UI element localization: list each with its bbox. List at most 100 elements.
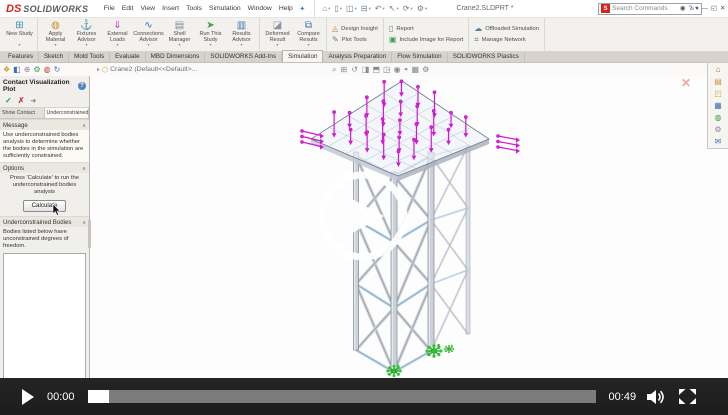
ribbon: ⊞New Study▾◍Apply Material▾⚓Fixtures Adv…: [0, 18, 728, 52]
deformed-result-button[interactable]: ◪Deformed Result▾: [262, 19, 293, 50]
menubar-item[interactable]: Tools: [183, 0, 206, 18]
options-section-header[interactable]: Options ∧: [0, 162, 89, 173]
report-button[interactable]: ▯Report: [389, 25, 463, 33]
run-this-study-icon: ➤: [206, 20, 214, 31]
save-icon[interactable]: ◫▾: [344, 0, 359, 18]
connections-advisor-icon: ∿: [144, 20, 152, 31]
fullscreen-button[interactable]: [679, 389, 696, 404]
menubar-item[interactable]: Edit: [118, 0, 137, 18]
commandmanager-tab[interactable]: Mold Tools: [69, 52, 110, 62]
featuremanager-tree-tab-icon[interactable]: ❖: [3, 65, 10, 74]
commandmanager-tab[interactable]: Simulation: [282, 50, 323, 62]
configurationmanager-tab-icon[interactable]: ⊕: [24, 65, 31, 74]
breadcrumb-expand-icon[interactable]: ▸: [97, 66, 100, 73]
display-style-icon[interactable]: ◫▾: [383, 63, 390, 76]
menubar-item[interactable]: View: [137, 0, 159, 18]
results-advisor-button[interactable]: ▥Results Advisor▾: [226, 19, 257, 50]
commandmanager-tab[interactable]: Features: [3, 52, 39, 62]
view-settings-icon[interactable]: ⚙▾: [422, 63, 428, 76]
solidworks-resources-icon[interactable]: ⌂: [716, 64, 721, 75]
view-palette-icon[interactable]: ▦: [714, 100, 722, 111]
next-arrow-icon[interactable]: ➔: [30, 97, 36, 105]
minimize-icon[interactable]: —: [700, 0, 710, 18]
manage-network-button[interactable]: ⌗Manage Network: [474, 36, 539, 44]
solidworks-wordmark: SOLIDWORKS: [23, 4, 88, 14]
fixtures-advisor-button[interactable]: ⚓Fixtures Advisor▾: [71, 19, 102, 50]
restore-icon[interactable]: ◱: [709, 0, 718, 18]
zoom-to-area-icon[interactable]: ⊞▾: [340, 63, 347, 76]
displaymanager-tab-icon[interactable]: ◍: [44, 65, 51, 74]
panel-splitter[interactable]: [88, 220, 91, 248]
play-button[interactable]: [22, 389, 34, 405]
dropdown-arrow-icon: ▾: [340, 0, 342, 18]
propertymanager-tab-icon[interactable]: ◧: [13, 65, 21, 74]
property-manager-actions: ✓ ✗ ➔: [0, 95, 89, 108]
collapse-chevron-icon[interactable]: ∧: [82, 220, 86, 226]
plot-tools-button[interactable]: ✎Plot Tools: [332, 36, 378, 44]
close-icon[interactable]: ✕: [719, 0, 727, 18]
apply-material-button[interactable]: ◍Apply Material▾: [40, 19, 71, 50]
solidworks-forum-icon[interactable]: ✉: [715, 136, 722, 147]
commandmanager-tab[interactable]: Analysis Preparation: [323, 52, 392, 62]
include-image-for-report-button[interactable]: ▣Include Image for Report: [389, 36, 463, 44]
collapse-chevron-icon[interactable]: ∧: [82, 166, 86, 172]
ribbon-button-label: Include Image for Report: [399, 37, 463, 43]
video-frame: DS SOLIDWORKS FileEditViewInsertToolsSim…: [0, 0, 728, 415]
underconstrained-section-header[interactable]: Underconstrained Bodies ∧: [0, 216, 89, 227]
menubar-item[interactable]: Window: [244, 0, 275, 18]
collapse-chevron-icon[interactable]: ∧: [82, 123, 86, 129]
ribbon-group: ◍Apply Material▾⚓Fixtures Advisor▾⇓Exter…: [38, 18, 260, 51]
file-explorer-icon[interactable]: ◰: [714, 88, 722, 99]
commandmanager-tab[interactable]: Evaluate: [110, 52, 146, 62]
model-canvas[interactable]: [91, 76, 728, 378]
menubar-item[interactable]: Simulation: [205, 0, 244, 18]
motion-study-tab-icon[interactable]: ↻: [54, 65, 61, 74]
help-icon[interactable]: ?: [687, 0, 694, 18]
message-section-header[interactable]: Message ∧: [0, 119, 89, 130]
new-file-icon[interactable]: ▯▾: [332, 0, 344, 18]
commandmanager-tab[interactable]: Sketch: [39, 52, 69, 62]
apply-scene-icon[interactable]: ▦▾: [411, 63, 418, 76]
pin-menubar-icon[interactable]: ✦: [296, 5, 308, 13]
menubar-item[interactable]: Help: [275, 0, 296, 18]
custom-properties-icon[interactable]: ⚙: [714, 124, 721, 135]
panel-help-icon[interactable]: ?: [78, 82, 86, 90]
confirmation-corner-cancel-icon[interactable]: ✕: [681, 76, 691, 90]
commandmanager-tab[interactable]: SOLIDWORKS Plastics: [448, 52, 525, 62]
home-icon[interactable]: ⌂▾: [320, 0, 332, 18]
cancel-button[interactable]: ✗: [18, 96, 25, 105]
design-library-icon[interactable]: ▤: [714, 76, 722, 87]
contact-plot-tab[interactable]: Show Contact: [0, 108, 45, 118]
commandmanager-tab[interactable]: Flow Simulation: [392, 52, 447, 62]
contact-plot-tab[interactable]: Underconstrained Bodies: [45, 108, 90, 118]
breadcrumb[interactable]: ▸ ⬡ Crane2 (Default<<Default>...: [97, 63, 197, 76]
dimxpertmanager-tab-icon[interactable]: ⚙: [33, 65, 40, 74]
external-loads-advisor-button[interactable]: ⇓External Loads Advisor▾: [102, 19, 133, 50]
appearances-scenes-icon[interactable]: ◍: [715, 112, 722, 123]
previous-view-icon[interactable]: ↺▾: [351, 63, 358, 76]
connections-advisor-button[interactable]: ∿Connections Advisor▾: [133, 19, 164, 50]
ribbon-group: ▯Report ▣Include Image for Report: [384, 18, 469, 51]
offloaded-simulation-button[interactable]: ☁Offloaded Simulation: [474, 25, 539, 33]
new-study-button[interactable]: ⊞New Study▾: [4, 19, 35, 50]
volume-button[interactable]: [647, 390, 667, 404]
ok-button[interactable]: ✓: [5, 96, 12, 105]
graphics-viewport[interactable]: ✓ ✕: [91, 76, 728, 378]
dropdown-arrow-icon: ▾: [416, 67, 418, 72]
print-icon[interactable]: ⊟▾: [359, 0, 373, 18]
shell-manager-button[interactable]: ▤Shell Manager▾: [164, 19, 195, 50]
hide-show-items-icon[interactable]: ◉▾: [394, 63, 400, 76]
zoom-fit-icon[interactable]: ⌕▾: [332, 63, 336, 76]
commandmanager-tab[interactable]: MBD Dimensions: [146, 52, 206, 62]
compare-results-button[interactable]: ⧉Compare Results▾: [293, 19, 324, 50]
view-orientation-icon[interactable]: ⬒▾: [372, 63, 379, 76]
menubar-item[interactable]: File: [100, 0, 118, 18]
section-view-icon[interactable]: ◨▾: [362, 63, 369, 76]
video-progress-bar[interactable]: [88, 390, 596, 403]
edit-appearance-icon[interactable]: ◓▾: [404, 63, 408, 76]
menubar-item[interactable]: Insert: [159, 0, 183, 18]
user-account-icon[interactable]: ◉: [678, 0, 687, 18]
run-this-study-button[interactable]: ➤Run This Study▾: [195, 19, 226, 50]
commandmanager-tab[interactable]: SOLIDWORKS Add-Ins: [205, 52, 282, 62]
design-insight-button[interactable]: ◬Design Insight: [332, 25, 378, 33]
